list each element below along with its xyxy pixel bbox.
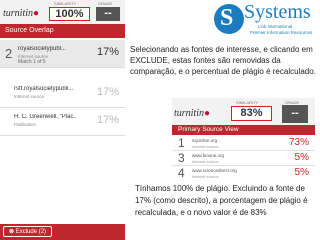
source-name: rstf.royalsocietypubli... [14,86,74,92]
source-percent: 17% [96,86,119,98]
grade-value[interactable]: -- [282,105,308,123]
systems-logo-tagline-2: Premier Information Resources [250,30,313,35]
match-counter: Match 1 of 5 [18,59,46,65]
similarity-label: SIMILARITY [54,1,77,6]
result-text: Tínhamos 100% de plágio. Excluindo a fon… [135,184,308,217]
source-type: Internet source [14,94,45,99]
source-type: Internet source [192,144,219,149]
source-percent: 17% [96,114,119,126]
exclude-icon: ⊗ [9,229,16,235]
source-number: 1 [178,136,185,150]
exclude-button[interactable]: ⊗ Exclude (2) [3,226,53,237]
grade-label: GRADE [98,1,113,6]
source-row[interactable]: rstf.royalsocietypubli... Internet sourc… [0,80,125,108]
primary-source-header: Primary Source View [172,125,315,135]
source-percent: 73% [288,137,309,148]
source-overlap-header: Source Overlap [0,24,125,38]
grade-value[interactable]: -- [96,7,120,21]
systems-logo-name: Systems [244,1,311,23]
primary-source-panel: turnitin● SIMILARITY 83% GRADE -- Primar… [172,98,315,180]
turnitin-logo: turnitin● [174,108,211,119]
source-name: ssjonline.org [192,138,218,143]
source-number: 3 [178,151,185,165]
source-row[interactable]: H. C. Greenwell, "Plac... Publication 17… [0,108,125,136]
left-footer: ⊗ Exclude (2) [0,224,125,240]
source-type: Internet source [192,159,219,164]
systems-logo-mark: S [214,4,244,34]
source-percent: 5% [294,152,309,163]
systems-logo-tagline-1: Link International [258,24,293,29]
source-name: royalsocietypubl... [18,46,67,52]
source-row[interactable]: 2 royalsocietypubl... Internet source 17… [0,40,125,68]
source-type: Internet source [192,174,219,179]
source-name: www.bioone.org [192,153,225,158]
source-percent: 17% [96,46,119,58]
source-row[interactable]: 4 www.sciencedirect.org Internet source … [172,166,315,180]
similarity-label: SIMILARITY [236,100,259,105]
source-number: 2 [5,46,13,61]
source-list: 2 royalsocietypubl... Internet source 17… [0,38,125,228]
left-toolbar: turnitin● SIMILARITY 100% GRADE -- [0,0,125,24]
right-toolbar: turnitin● SIMILARITY 83% GRADE -- [172,98,315,125]
similarity-score[interactable]: 83% [231,106,272,121]
similarity-score[interactable]: 100% [49,7,90,21]
systems-logo: S Systems Link International Premier Inf… [214,0,320,38]
source-percent: 5% [294,167,309,178]
source-name: H. C. Greenwell, "Plac... [14,114,76,120]
source-overlap-panel: turnitin● SIMILARITY 100% GRADE -- Sourc… [0,0,125,240]
source-name: www.sciencedirect.org [192,168,237,173]
instruction-text: Selecionando as fontes de interesse, e c… [130,45,316,76]
source-number: 4 [178,166,185,180]
source-type: Publication [14,122,37,127]
source-row[interactable]: 1 ssjonline.org Internet source 73% [172,136,315,151]
turnitin-logo: turnitin● [3,8,40,19]
source-row[interactable]: 3 www.bioone.org Internet source 5% [172,151,315,166]
